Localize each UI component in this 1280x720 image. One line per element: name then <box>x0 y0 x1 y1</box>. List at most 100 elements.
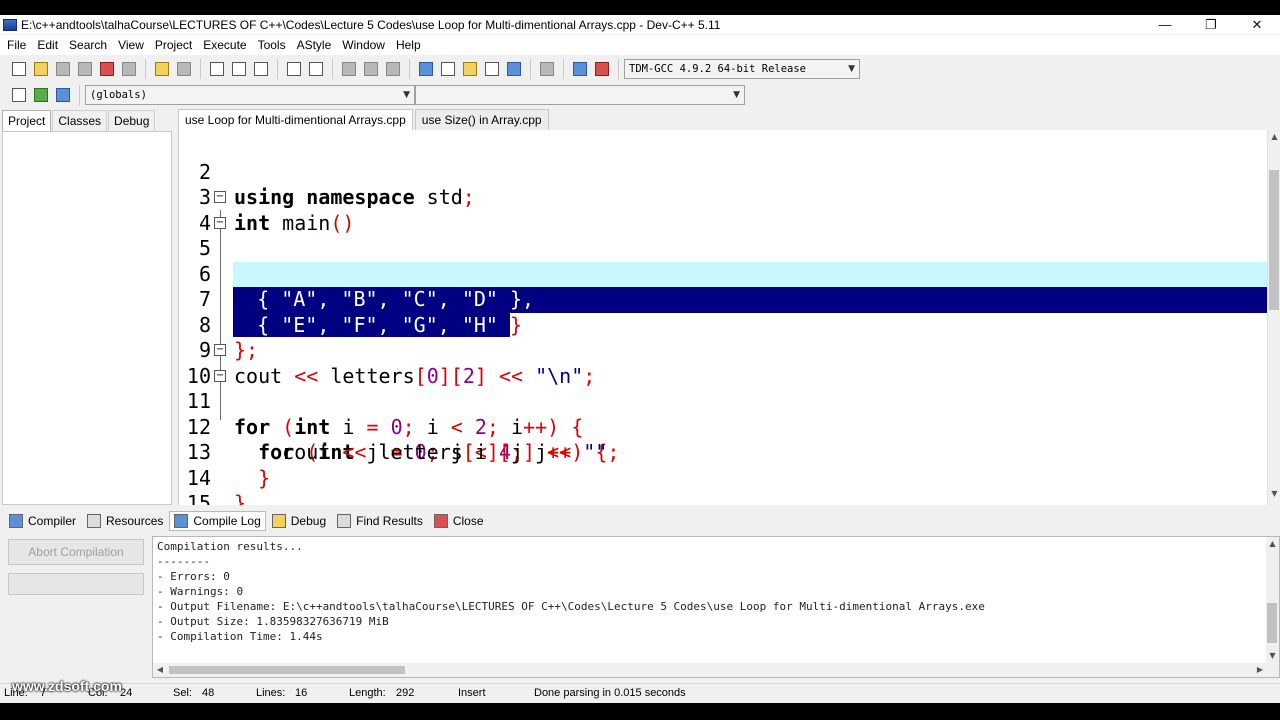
fold-toggle-icon[interactable]: − <box>214 216 226 229</box>
save-icon[interactable] <box>52 59 73 80</box>
bookmark-icon[interactable] <box>382 59 403 80</box>
resources-icon <box>87 514 102 528</box>
fold-toggle-icon[interactable]: − <box>214 344 226 356</box>
menu-edit[interactable]: Edit <box>33 38 62 52</box>
scroll-down-icon[interactable]: ▼ <box>1268 489 1280 503</box>
close-window-button[interactable]: ✕ <box>1234 15 1280 34</box>
menu-astyle[interactable]: AStyle <box>293 38 336 52</box>
menu-help[interactable]: Help <box>392 38 425 52</box>
compile-log[interactable]: Compilation results... -------- - Errors… <box>152 536 1280 678</box>
class-browser-icon[interactable] <box>52 85 73 106</box>
tab-compiler[interactable]: Compiler <box>4 511 81 531</box>
scroll-left-icon[interactable]: ◀ <box>153 663 167 677</box>
tab-close[interactable]: Close <box>429 511 489 531</box>
menu-execute[interactable]: Execute <box>199 38 250 52</box>
scroll-up-icon[interactable]: ▲ <box>1266 539 1279 551</box>
log-horizontal-scrollbar[interactable]: ◀ ▶ <box>153 663 1267 677</box>
log-line: - Output Filename: E:\c++andtools\talhaC… <box>157 600 985 613</box>
back-icon[interactable] <box>338 59 359 80</box>
menu-file[interactable]: File <box>3 38 30 52</box>
tab-debug-bottom[interactable]: Debug <box>267 511 331 531</box>
code-line: 5 − string letters[2][4] = { <box>179 211 1269 311</box>
tab-classes[interactable]: Classes <box>52 110 108 131</box>
toggle-comment-icon[interactable] <box>30 85 51 106</box>
tab-label: Close <box>452 514 484 528</box>
minimize-button[interactable]: — <box>1142 15 1188 34</box>
open-file-icon[interactable] <box>30 59 51 80</box>
scroll-up-icon[interactable]: ▲ <box>1268 132 1280 146</box>
forward-icon[interactable] <box>360 59 381 80</box>
scroll-thumb[interactable] <box>169 666 405 674</box>
redo-icon[interactable] <box>173 59 194 80</box>
main-toolbar: TDM-GCC 4.9.2 64-bit Release ▼ <box>0 55 1280 83</box>
replace-icon[interactable] <box>228 59 249 80</box>
project-tree[interactable] <box>2 131 172 505</box>
unindent-icon[interactable] <box>305 59 326 80</box>
menu-view[interactable]: View <box>114 38 148 52</box>
undo-icon[interactable] <box>151 59 172 80</box>
rebuild-icon[interactable] <box>481 59 502 80</box>
tab-label: Resources <box>106 514 164 528</box>
fold-toggle-icon[interactable]: − <box>214 191 226 203</box>
tab-find-results[interactable]: Find Results <box>332 511 428 531</box>
abort-compilation-button[interactable]: Abort Compilation <box>8 539 144 565</box>
tab-file-multidim[interactable]: use Loop for Multi-dimentional Arrays.cp… <box>178 109 413 130</box>
code-editor[interactable]: 2 using namespace std; 3 int main() 4 − … <box>178 130 1280 505</box>
code-line: 13 } <box>179 415 1269 490</box>
status-bar: Line: 7 Col: 24 Sel: 48 Lines: 16 Length… <box>0 683 1280 703</box>
goto-line-icon[interactable] <box>250 59 271 80</box>
debug-icon[interactable] <box>591 59 612 80</box>
scroll-thumb[interactable] <box>1267 603 1277 643</box>
print-icon[interactable] <box>118 59 139 80</box>
editor-tabs: use Loop for Multi-dimentional Arrays.cp… <box>178 109 551 130</box>
status-message: Done parsing in 0.015 seconds <box>534 687 686 699</box>
save-all-icon[interactable] <box>74 59 95 80</box>
scroll-down-icon[interactable]: ▼ <box>1266 651 1279 663</box>
editor-vertical-scrollbar[interactable]: ▲ ▼ <box>1267 130 1280 505</box>
compile-run-icon[interactable] <box>459 59 480 80</box>
tab-file-size[interactable]: use Size() in Array.cpp <box>414 109 549 130</box>
tab-resources[interactable]: Resources <box>82 511 168 531</box>
app-icon <box>3 18 17 31</box>
status-sel-label: Sel: <box>173 687 192 699</box>
bottom-tabs: Compiler Resources Compile Log Debug Fin… <box>0 509 1280 533</box>
devcpp-window: E:\c++andtools\talhaCourse\LECTURES OF C… <box>0 15 1280 703</box>
tab-project[interactable]: Project <box>2 110 52 131</box>
tab-compile-log[interactable]: Compile Log <box>169 511 266 531</box>
scope-select[interactable]: (globals) ▼ <box>85 85 415 105</box>
chevron-down-icon: ▼ <box>733 90 740 100</box>
find-icon[interactable] <box>206 59 227 80</box>
scroll-thumb[interactable] <box>1269 170 1279 310</box>
status-lines-label: Lines: <box>256 687 286 699</box>
menu-search[interactable]: Search <box>65 38 111 52</box>
menu-window[interactable]: Window <box>338 38 389 52</box>
compile-icon[interactable] <box>415 59 436 80</box>
log-line: Compilation results... <box>157 540 303 553</box>
maximize-button[interactable]: ❐ <box>1188 15 1234 34</box>
close-file-icon[interactable] <box>96 59 117 80</box>
status-length-value: 292 <box>396 687 415 699</box>
log-vertical-scrollbar[interactable]: ▲ ▼ <box>1266 537 1279 677</box>
insert-icon[interactable] <box>8 85 29 106</box>
class-toolbar: (globals) ▼ ▼ <box>0 81 1280 109</box>
profile-icon[interactable] <box>569 59 590 80</box>
member-select[interactable]: ▼ <box>415 85 745 105</box>
new-file-icon[interactable] <box>8 59 29 80</box>
tab-label: Compiler <box>28 514 77 528</box>
fold-toggle-icon[interactable]: − <box>214 369 226 382</box>
compile-progress-bar <box>8 573 144 595</box>
compiler-select[interactable]: TDM-GCC 4.9.2 64-bit Release ▼ <box>624 59 860 79</box>
chevron-down-icon: ▼ <box>403 90 410 100</box>
indent-icon[interactable] <box>283 59 304 80</box>
menu-project[interactable]: Project <box>151 38 196 52</box>
run-icon[interactable] <box>437 59 458 80</box>
tab-debug[interactable]: Debug <box>108 110 156 131</box>
scroll-right-icon[interactable]: ▶ <box>1253 663 1267 677</box>
code-line: 3 int main() <box>179 160 1269 235</box>
menu-tools[interactable]: Tools <box>254 38 290 52</box>
debug-check-icon <box>271 514 286 528</box>
syntax-check-icon[interactable] <box>503 59 524 80</box>
code-line: 12 cout << letters[i][j] << ""; <box>179 389 1269 465</box>
stop-icon[interactable] <box>536 59 557 80</box>
chart-icon <box>174 514 189 528</box>
